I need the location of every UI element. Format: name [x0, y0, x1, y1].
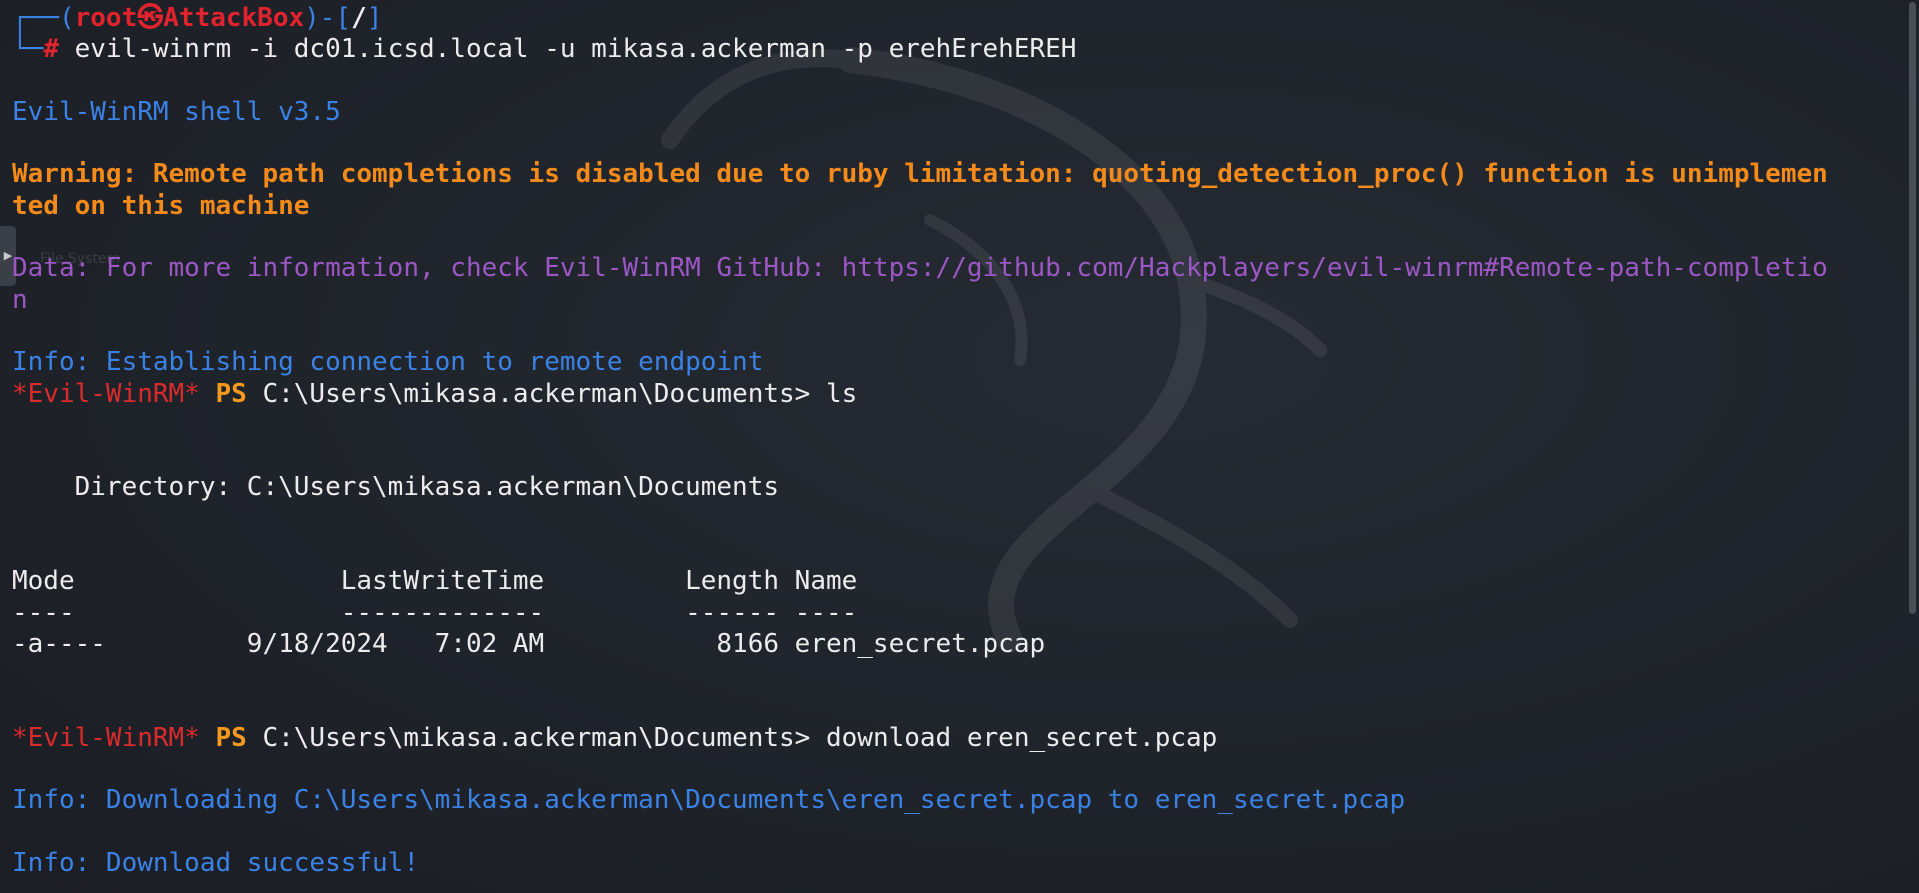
info-downloading-line: Info: Downloading C:\Users\mikasa.ackerm… [12, 785, 1406, 816]
ps-prompt-line-2: *Evil-WinRM* PS C:\Users\mikasa.ackerman… [12, 723, 1899, 754]
directory-line: Directory: C:\Users\mikasa.ackerman\Docu… [12, 472, 780, 503]
prompt-separator: )-[ [304, 3, 352, 33]
prompt-corner-bottom: └─ [12, 34, 44, 65]
terminal-window[interactable]: File System ▶ ┌──(root㉿AttackBox)-[/] └─… [0, 0, 1919, 893]
banner-line: Evil-WinRM shell v3.5 [12, 96, 341, 127]
listing-row: -a---- 9/18/2024 7:02 AM 8166 eren_secre… [12, 628, 1046, 659]
vertical-scrollbar[interactable] [1909, 2, 1916, 614]
listing-underline: ---- ------------- ------ ---- [12, 597, 858, 628]
prompt-hash: # [43, 34, 59, 65]
command-text: evil-winrm -i dc01.icsd.local -u mikasa.… [58, 34, 1077, 65]
prompt-path: / [351, 3, 367, 33]
prompt-header-line: ┌──(root㉿AttackBox)-[/] [12, 3, 1899, 34]
prompt-user: root [74, 3, 138, 33]
ps-label: PS [199, 378, 247, 409]
info-connect-line: Info: Establishing connection to remote … [12, 347, 764, 378]
ps-label: PS [199, 722, 247, 753]
prompt-at-symbol: ㉿ [137, 3, 164, 33]
ps-path-command: C:\Users\mikasa.ackerman\Documents> down… [246, 722, 1218, 753]
info-success-line: Info: Download successful! [12, 848, 419, 879]
warning-line-2: ted on this machine [12, 190, 310, 221]
evil-winrm-tag: *Evil-WinRM* [12, 722, 200, 753]
prompt-host: AttackBox [163, 3, 305, 33]
data-line-1: Data: For more information, check Evil-W… [12, 253, 1828, 284]
evil-winrm-tag: *Evil-WinRM* [12, 378, 200, 409]
listing-header: Mode LastWriteTime Length Name [12, 566, 858, 597]
warning-line-1: Warning: Remote path completions is disa… [12, 159, 1828, 190]
prompt-corner-top: ┌──( [12, 3, 75, 33]
data-line-2: n [12, 284, 28, 315]
ps-path-command: C:\Users\mikasa.ackerman\Documents> ls [246, 378, 858, 409]
expand-arrow-icon: ▶ [3, 249, 13, 263]
command-line: └─# evil-winrm -i dc01.icsd.local -u mik… [12, 34, 1899, 65]
ps-prompt-line-1: *Evil-WinRM* PS C:\Users\mikasa.ackerman… [12, 379, 1899, 410]
terminal-output: ┌──(root㉿AttackBox)-[/] └─# evil-winrm -… [12, 3, 1899, 879]
prompt-close: ] [366, 3, 383, 33]
